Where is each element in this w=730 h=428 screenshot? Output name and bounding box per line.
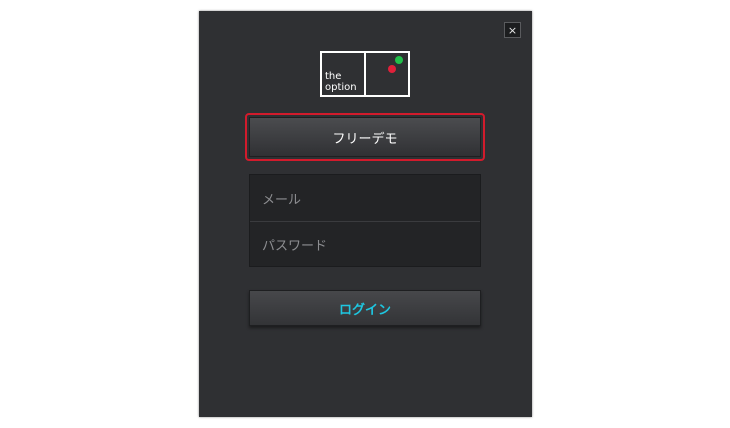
password-field[interactable]: パスワード — [250, 221, 480, 267]
login-button[interactable]: ログイン — [249, 290, 481, 326]
email-placeholder: メール — [262, 192, 302, 208]
credentials-form: メール パスワード — [249, 174, 481, 267]
the-option-logo: the option — [320, 51, 410, 97]
close-button[interactable]: × — [504, 22, 521, 38]
login-dialog: × the option フリーデモ メール パスワード ログイン — [199, 11, 532, 417]
logo-dots-box — [366, 53, 408, 95]
logo-text: the option — [325, 71, 357, 93]
red-dot-icon — [388, 65, 396, 73]
free-demo-button[interactable]: フリーデモ — [249, 117, 481, 157]
logo-text-box: the option — [322, 53, 366, 95]
screen: × the option フリーデモ メール パスワード ログイン — [0, 0, 730, 428]
free-demo-highlight: フリーデモ — [245, 113, 485, 161]
green-dot-icon — [395, 56, 403, 64]
password-placeholder: パスワード — [262, 239, 328, 254]
email-field[interactable]: メール — [250, 175, 480, 221]
